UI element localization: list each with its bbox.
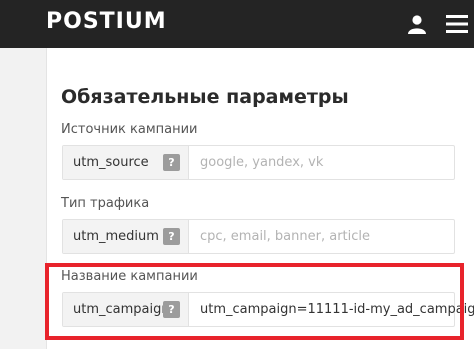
utm-medium-field[interactable]: utm_medium ? cpc, email, banner, article xyxy=(62,219,455,254)
site-logo[interactable]: POSTIUM xyxy=(46,9,167,34)
user-icon[interactable] xyxy=(407,14,427,34)
highlight-box xyxy=(45,263,464,340)
utm-source-field[interactable]: utm_source ? google, yandex, vk xyxy=(62,145,455,180)
utm-medium-input[interactable]: cpc, email, banner, article xyxy=(200,229,370,244)
hamburger-menu-icon[interactable] xyxy=(446,14,468,34)
section-title: Обязательные параметры xyxy=(61,86,349,108)
utm-medium-key: utm_medium ? xyxy=(63,220,189,253)
utm-source-key: utm_source ? xyxy=(63,146,189,179)
help-icon[interactable]: ? xyxy=(163,228,180,245)
utm-source-label: Источник кампании xyxy=(61,122,198,137)
utm-source-key-text: utm_source xyxy=(73,155,149,170)
utm-medium-key-text: utm_medium xyxy=(73,229,159,244)
top-navigation-bar: POSTIUM xyxy=(0,0,474,48)
help-icon[interactable]: ? xyxy=(163,154,180,171)
utm-source-input[interactable]: google, yandex, vk xyxy=(200,155,323,170)
utm-medium-label: Тип трафика xyxy=(61,196,150,211)
